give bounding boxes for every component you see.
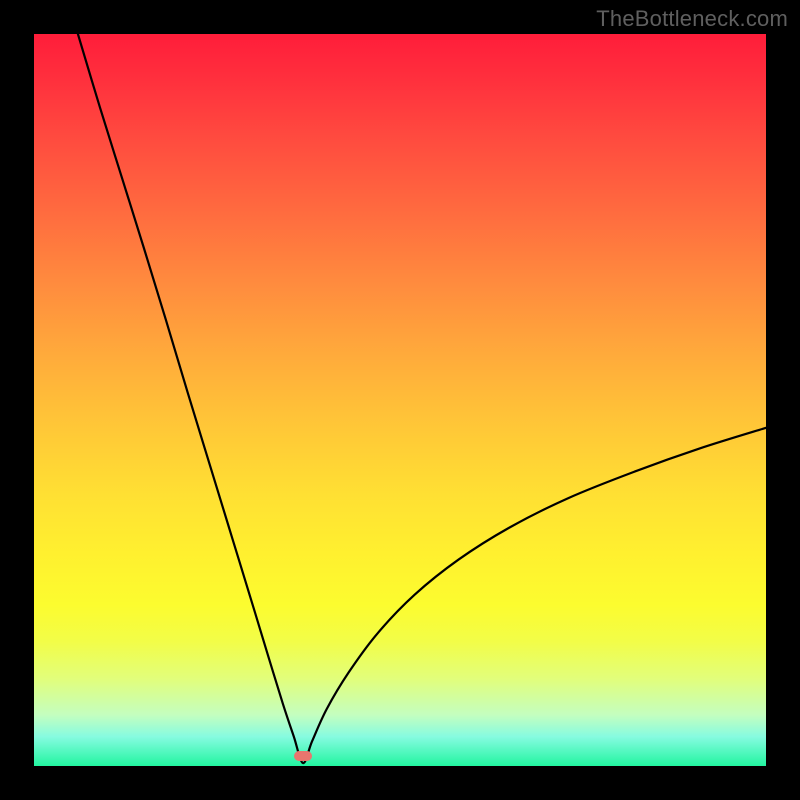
watermark-text: TheBottleneck.com <box>596 6 788 32</box>
plot-gradient-background <box>34 34 766 766</box>
minimum-marker-icon <box>294 751 312 761</box>
plot-frame <box>34 34 766 766</box>
